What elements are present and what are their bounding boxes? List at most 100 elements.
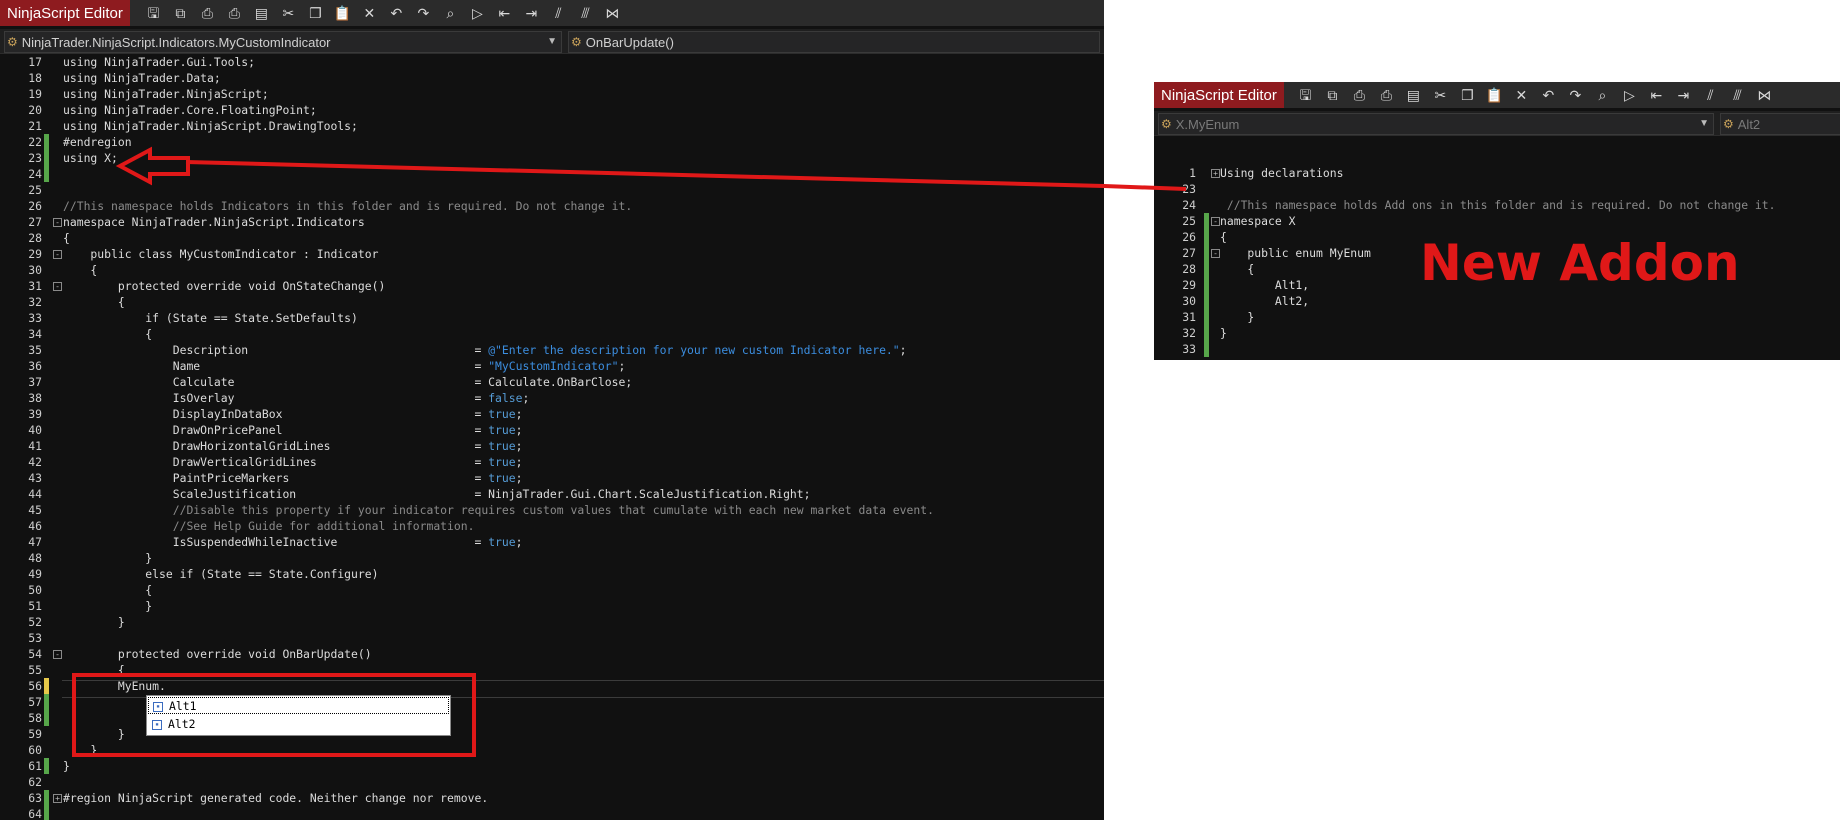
- line-number: 29: [28, 247, 42, 261]
- main-editor-window: NinjaScript Editor 🖫 ⧉ ⎙ ⎙ ▤ ✂ ❐ 📋 ✕ ↶ ↷ ⌕ ▷ ⇤ ⇥ ⫽ ⫻ ⋈ ⚙ …: [0, 0, 1104, 820]
- type-dropdown[interactable]: ⚙ NinjaTrader.NinjaScript.Indicators.MyC…: [4, 31, 562, 53]
- autocomplete-item-alt1[interactable]: ▪ Alt1: [148, 697, 449, 714]
- save-all-icon[interactable]: ⧉: [167, 0, 194, 26]
- code-line: 21 using NinjaTrader.NinjaScript.DrawingT…: [0, 118, 1104, 134]
- cut-icon[interactable]: ✂: [275, 0, 302, 26]
- code-line: 17 using NinjaTrader.Gui.Tools;: [0, 54, 1104, 70]
- visual-studio-icon[interactable]: ⋈: [599, 0, 626, 26]
- change-marker: [1204, 341, 1209, 357]
- indent-icon[interactable]: ⇥: [1670, 82, 1697, 108]
- code-line: 39 DisplayInDataBox = true;: [0, 406, 1104, 422]
- chevron-down-icon: ▼: [1699, 118, 1709, 129]
- indent-icon[interactable]: ⇥: [518, 0, 545, 26]
- collapse-icon[interactable]: -: [53, 282, 62, 291]
- code-line: 50 {: [0, 582, 1104, 598]
- copy-icon[interactable]: ❐: [302, 0, 329, 26]
- delete-icon[interactable]: ✕: [356, 0, 383, 26]
- code-text: using X;: [63, 151, 118, 165]
- command-icon[interactable]: ▷: [1616, 82, 1643, 108]
- collapse-icon[interactable]: -: [1211, 217, 1220, 226]
- line-number: 51: [28, 599, 42, 613]
- code-text: using NinjaTrader.Data;: [63, 71, 221, 85]
- autocomplete-popup: ▪ Alt1 ▪ Alt2: [146, 695, 451, 736]
- undo-icon[interactable]: ↶: [1535, 82, 1562, 108]
- print-preview-icon[interactable]: ⎙: [1373, 82, 1400, 108]
- save-icon[interactable]: 🖫: [1292, 82, 1319, 108]
- member-dropdown[interactable]: ⚙ OnBarUpdate(): [568, 31, 1100, 53]
- save-icon[interactable]: 🖫: [140, 0, 167, 26]
- type-dropdown[interactable]: ⚙ X.MyEnum ▼: [1158, 113, 1714, 135]
- visual-studio-icon[interactable]: ⋈: [1751, 82, 1778, 108]
- line-number: 44: [28, 487, 42, 501]
- code-line: 29 - public class MyCustomIndicator : Ind…: [0, 246, 1104, 262]
- change-marker: [1204, 261, 1209, 277]
- redo-icon[interactable]: ↷: [410, 0, 437, 26]
- line-number: 32: [1182, 326, 1196, 340]
- code-line: 35 Description = @"Enter the description…: [0, 342, 1104, 358]
- delete-icon[interactable]: ✕: [1508, 82, 1535, 108]
- command-icon[interactable]: ▷: [464, 0, 491, 26]
- code-text: #endregion: [63, 135, 132, 149]
- code-line: 55 {: [0, 662, 1104, 678]
- line-number: 52: [28, 615, 42, 629]
- line-number: 43: [28, 471, 42, 485]
- print-preview-icon[interactable]: ⎙: [221, 0, 248, 26]
- code-line: 64: [0, 806, 1104, 820]
- outdent-icon[interactable]: ⇤: [491, 0, 518, 26]
- change-marker: [1204, 277, 1209, 293]
- type-dropdown-value: X.MyEnum: [1175, 116, 1240, 132]
- code-line: 33 if (State == State.SetDefaults): [0, 310, 1104, 326]
- expand-icon[interactable]: +: [53, 794, 62, 803]
- paste-icon[interactable]: 📋: [329, 0, 356, 26]
- paste-icon[interactable]: 📋: [1481, 82, 1508, 108]
- code-text: PaintPriceMarkers = true;: [63, 471, 523, 485]
- collapse-icon[interactable]: -: [53, 218, 62, 227]
- line-number: 28: [1182, 262, 1196, 276]
- compile-icon[interactable]: ▤: [1400, 82, 1427, 108]
- redo-icon[interactable]: ↷: [1562, 82, 1589, 108]
- undo-icon[interactable]: ↶: [383, 0, 410, 26]
- uncomment-icon[interactable]: ⫻: [1724, 82, 1751, 108]
- line-number: 58: [28, 711, 42, 725]
- outdent-icon[interactable]: ⇤: [1643, 82, 1670, 108]
- code-text: else if (State == State.Configure): [63, 567, 379, 581]
- code-text: using NinjaTrader.Gui.Tools;: [63, 55, 256, 69]
- line-number: 60: [28, 743, 42, 757]
- member-dropdown[interactable]: ⚙ Alt2: [1720, 113, 1840, 135]
- code-text: DisplayInDataBox = true;: [63, 407, 523, 421]
- line-number: 36: [28, 359, 42, 373]
- code-text: {: [1220, 230, 1227, 244]
- comment-icon[interactable]: ⫽: [1697, 82, 1724, 108]
- code-text: //See Help Guide for additional informat…: [63, 519, 475, 533]
- expand-icon[interactable]: +: [1211, 169, 1220, 178]
- comment-icon[interactable]: ⫽: [545, 0, 572, 26]
- code-text: {: [63, 263, 98, 277]
- collapse-icon[interactable]: -: [1211, 249, 1220, 258]
- compile-icon[interactable]: ▤: [248, 0, 275, 26]
- line-number: 41: [28, 439, 42, 453]
- line-number: 33: [28, 311, 42, 325]
- find-icon[interactable]: ⌕: [437, 0, 464, 26]
- print-icon[interactable]: ⎙: [1346, 82, 1373, 108]
- autocomplete-item-label: Alt1: [169, 699, 197, 713]
- line-number: 22: [28, 135, 42, 149]
- chevron-down-icon: ▼: [547, 36, 557, 47]
- code-line: 18 using NinjaTrader.Data;: [0, 70, 1104, 86]
- cut-icon[interactable]: ✂: [1427, 82, 1454, 108]
- line-number: 38: [28, 391, 42, 405]
- change-marker: [44, 134, 49, 150]
- code-text: }: [1220, 326, 1227, 340]
- print-icon[interactable]: ⎙: [194, 0, 221, 26]
- copy-icon[interactable]: ❐: [1454, 82, 1481, 108]
- code-line: 1 + Using declarations: [1154, 165, 1840, 181]
- autocomplete-item-alt2[interactable]: ▪ Alt2: [148, 716, 449, 733]
- code-text: //Disable this property if your indicato…: [63, 503, 934, 517]
- code-line: 19 using NinjaTrader.NinjaScript;: [0, 86, 1104, 102]
- find-icon[interactable]: ⌕: [1589, 82, 1616, 108]
- save-all-icon[interactable]: ⧉: [1319, 82, 1346, 108]
- code-line: 53: [0, 630, 1104, 646]
- collapse-icon[interactable]: -: [53, 250, 62, 259]
- change-marker: [1204, 229, 1209, 245]
- uncomment-icon[interactable]: ⫻: [572, 0, 599, 26]
- collapse-icon[interactable]: -: [53, 650, 62, 659]
